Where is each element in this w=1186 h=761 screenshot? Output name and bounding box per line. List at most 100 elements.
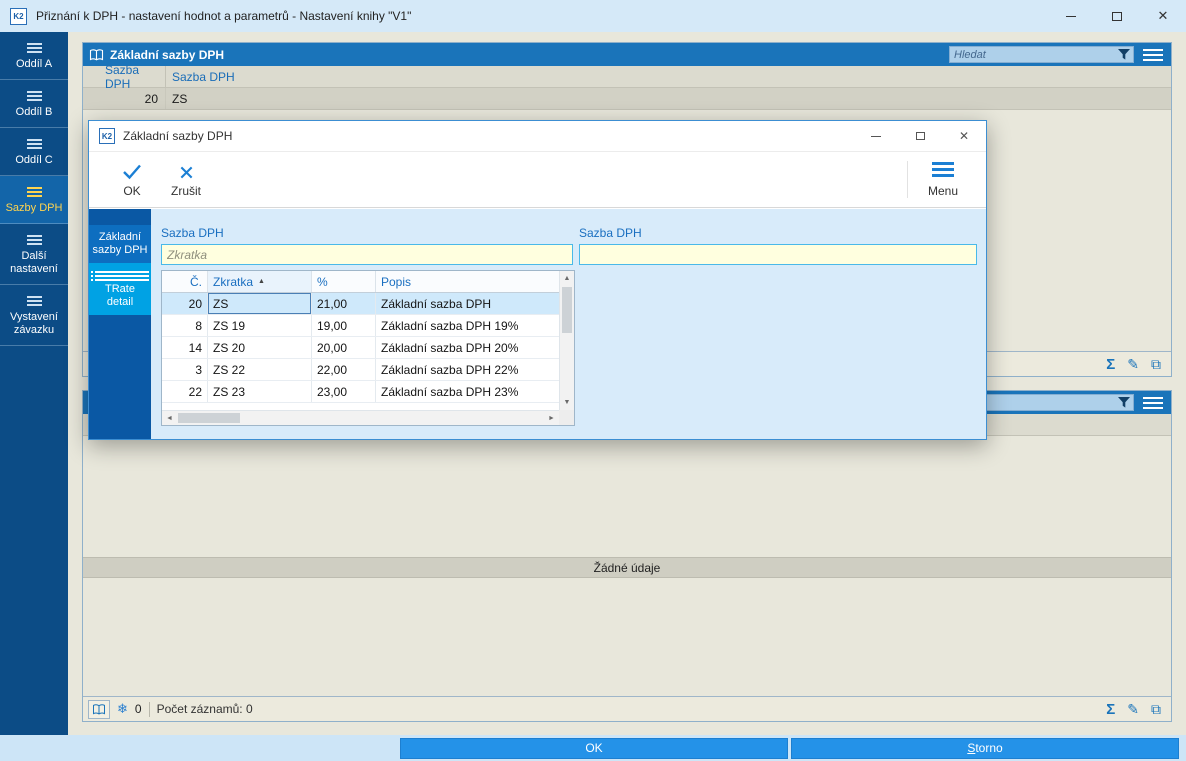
sidebar-item-label: Oddíl A <box>15 58 53 70</box>
scroll-right-icon[interactable]: ► <box>544 411 559 425</box>
open-book-icon <box>89 48 104 60</box>
scrollbar-thumb[interactable] <box>178 413 240 423</box>
grid-rows: 20 ZS 21,00 Základní sazba DPH 8 ZS 19 1… <box>162 293 559 410</box>
menu-icon <box>26 235 42 245</box>
vertical-scrollbar[interactable]: ▲ ▼ <box>559 271 574 410</box>
sidebar-item-oddil-a[interactable]: Oddíl A <box>0 32 68 80</box>
cancel-button[interactable]: Zrušit <box>159 162 213 198</box>
menu-icon <box>26 296 42 306</box>
sidebar-item-oddil-b[interactable]: Oddíl B <box>0 80 68 128</box>
cell: Základní sazba DPH <box>381 296 492 311</box>
rates-grid: Č. Zkratka ▲ % Popis 20 ZS 21,00 Základní… <box>161 270 575 426</box>
no-data-banner: Žádné údaje <box>83 557 1171 578</box>
menu-button[interactable]: Menu <box>916 161 970 198</box>
cell: Základní sazba DPH 23% <box>381 384 519 399</box>
tab-label: TRate detail <box>105 283 135 308</box>
toolbar-divider <box>907 161 908 198</box>
sum-icon[interactable]: Σ <box>1106 356 1115 373</box>
footer-bar: OK Storno <box>0 735 1186 761</box>
table-row[interactable]: 8 ZS 19 19,00 Základní sazba DPH 19% <box>162 315 559 337</box>
cell: 14 <box>162 337 208 358</box>
horizontal-scrollbar[interactable]: ◄ ► <box>162 410 559 425</box>
filter-funnel-icon[interactable] <box>1118 49 1130 60</box>
edit-icon[interactable]: ✎ <box>1127 701 1139 718</box>
sum-icon[interactable]: Σ <box>1106 701 1115 718</box>
sidebar-item-dalsi-nastaveni[interactable]: Další nastavení <box>0 224 68 285</box>
column-header-label: Zkratka <box>213 274 254 289</box>
cell-focused: ZS <box>208 293 312 314</box>
table-row[interactable]: 20 ZS <box>83 88 1171 110</box>
sidebar-item-oddil-c[interactable]: Oddíl C <box>0 128 68 176</box>
scroll-down-icon[interactable]: ▼ <box>560 395 574 410</box>
column-header-procento[interactable]: % <box>312 271 376 292</box>
cancel-label: Zrušit <box>171 183 201 198</box>
maximize-button[interactable] <box>1094 0 1140 32</box>
menu-icon <box>932 161 954 180</box>
table-row[interactable]: 22 ZS 23 23,00 Základní sazba DPH 23% <box>162 381 559 403</box>
edit-icon[interactable]: ✎ <box>1127 356 1139 373</box>
dialog-minimize-button[interactable] <box>854 121 898 151</box>
storno-button[interactable]: Storno <box>791 738 1179 759</box>
column-header[interactable]: Sazba DPH <box>166 70 235 84</box>
copy-icon[interactable]: ⧉ <box>1151 701 1161 718</box>
sidebar-item-vystaveni-zavazku[interactable]: Vystavení závazku <box>0 285 68 346</box>
cell: 21,00 <box>312 293 376 314</box>
cell-zkratka: ZS <box>172 91 188 106</box>
column-header-zkratka[interactable]: Zkratka ▲ <box>208 271 312 292</box>
scroll-left-icon[interactable]: ◄ <box>162 411 177 425</box>
sazba-dph-field[interactable] <box>579 244 977 265</box>
cell: ZS 19 <box>208 315 312 336</box>
search-input[interactable] <box>950 48 1118 61</box>
column-header-popis[interactable]: Popis <box>376 271 559 292</box>
dialog-maximize-button[interactable] <box>898 121 942 151</box>
dialog-close-button[interactable]: ✕ <box>942 121 986 151</box>
ok-button[interactable]: OK <box>400 738 788 759</box>
column-header-cislo[interactable]: Č. <box>162 271 208 292</box>
cell: 19,00 <box>312 315 376 336</box>
sidebar-item-label: Oddíl C <box>15 154 53 166</box>
app-window: K2 Přiznání k DPH - nastavení hodnot a p… <box>0 0 1186 761</box>
cell: 23,00 <box>312 381 376 402</box>
minimize-icon <box>1066 15 1076 17</box>
sidebar-item-sazby-dph[interactable]: Sazby DPH <box>0 176 68 224</box>
field-group-caption: Sazba DPH <box>579 226 642 240</box>
app-logo-icon: K2 <box>10 7 27 25</box>
dialog-zakladni-sazby-dph: K2 Základní sazby DPH ✕ OK Zrušit Menu Z… <box>88 120 987 440</box>
cell: 8 <box>162 315 208 336</box>
sidebar-item-label: Vystavení závazku <box>10 311 58 336</box>
filter-funnel-icon[interactable] <box>1118 397 1130 408</box>
dialog-title: Základní sazby DPH <box>123 129 233 143</box>
panel-header: Základní sazby DPH <box>83 43 1171 66</box>
menu-label: Menu <box>927 183 959 198</box>
minimize-button[interactable] <box>1048 0 1094 32</box>
book-view-button[interactable] <box>88 699 110 719</box>
close-button[interactable]: ✕ <box>1140 0 1186 32</box>
dialog-body: Základní sazby DPH TRate detail Sazba DP… <box>89 209 986 439</box>
flag-count: 0 <box>134 702 142 716</box>
column-header[interactable]: Sazba DPH <box>83 63 166 91</box>
panel-title: Základní sazby DPH <box>110 47 225 62</box>
window-titlebar: K2 Přiznání k DPH - nastavení hodnot a p… <box>0 0 1186 32</box>
x-icon <box>179 162 194 180</box>
cell: ZS 23 <box>208 381 312 402</box>
scrollbar-thumb[interactable] <box>562 287 572 333</box>
cell: 22 <box>162 381 208 402</box>
zkratka-field[interactable] <box>161 244 573 265</box>
scroll-up-icon[interactable]: ▲ <box>560 271 574 286</box>
sidebar-item-label: Sazby DPH <box>5 202 63 214</box>
panel-menu-icon[interactable] <box>1143 394 1163 412</box>
copy-icon[interactable]: ⧉ <box>1151 356 1161 373</box>
cell: Základní sazba DPH 19% <box>381 318 519 333</box>
table-row[interactable]: 20 ZS 21,00 Základní sazba DPH <box>162 293 559 315</box>
cell: 22,00 <box>312 359 376 380</box>
tab-trate-detail[interactable]: TRate detail <box>89 263 151 315</box>
status-bar: ❄ 0 Počet záznamů: 0 Σ ✎ ⧉ <box>83 696 1171 721</box>
dialog-toolbar: OK Zrušit Menu <box>89 151 986 208</box>
list-icon <box>91 271 149 281</box>
panel-menu-icon[interactable] <box>1143 46 1163 64</box>
table-row[interactable]: 14 ZS 20 20,00 Základní sazba DPH 20% <box>162 337 559 359</box>
dialog-content: Sazba DPH Sazba DPH Č. Zkratka ▲ % Popis … <box>151 209 986 439</box>
tab-zakladni-sazby-dph[interactable]: Základní sazby DPH <box>89 225 151 263</box>
table-row[interactable]: 3 ZS 22 22,00 Základní sazba DPH 22% <box>162 359 559 381</box>
ok-button[interactable]: OK <box>105 162 159 198</box>
